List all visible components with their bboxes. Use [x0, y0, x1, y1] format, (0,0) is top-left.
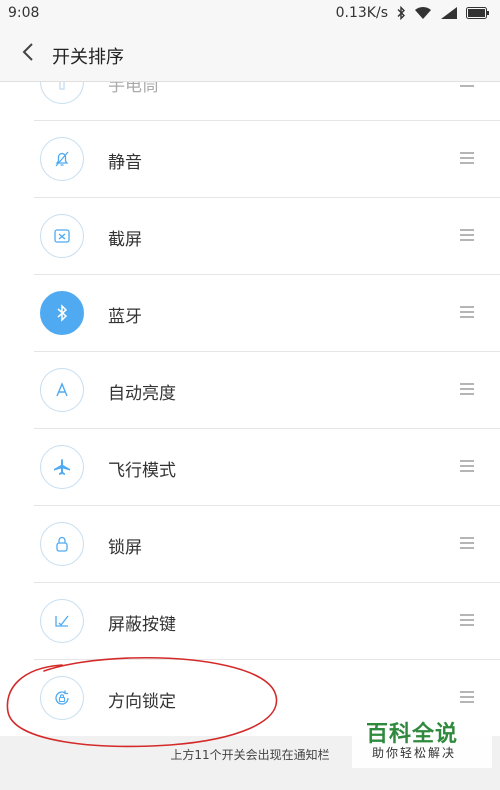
list-item[interactable]: 静音 — [0, 121, 500, 198]
list-item[interactable]: 飞行模式 — [0, 429, 500, 506]
drag-handle-icon[interactable] — [460, 82, 474, 87]
bluetooth-status-icon — [396, 6, 406, 20]
drag-handle-icon[interactable] — [460, 229, 474, 241]
drag-handle-icon[interactable] — [460, 306, 474, 318]
airplane-icon — [40, 445, 84, 489]
block-keys-icon — [40, 599, 84, 643]
list-item[interactable]: 截屏 — [0, 198, 500, 275]
status-time: 9:08 — [8, 5, 40, 21]
bell-mute-icon — [40, 137, 84, 181]
watermark-subtitle: 助你轻松解决 — [372, 746, 457, 760]
drag-handle-icon[interactable] — [460, 152, 474, 164]
rotation-lock-icon — [40, 676, 84, 720]
auto-brightness-icon — [40, 368, 84, 412]
item-label: 手电筒 — [108, 82, 159, 96]
item-label: 锁屏 — [108, 538, 142, 558]
item-label: 静音 — [108, 153, 142, 173]
flashlight-icon — [40, 82, 84, 104]
drag-handle-icon[interactable] — [460, 614, 474, 626]
drag-handle-icon[interactable] — [460, 460, 474, 472]
bluetooth-icon — [40, 291, 84, 335]
toggle-sort-list[interactable]: 手电筒 静音 截屏 蓝牙 自动亮度 飞行模式 锁屏 屏蔽按键 方向锁定 — [0, 82, 500, 736]
wifi-icon — [414, 6, 432, 20]
item-label: 蓝牙 — [108, 307, 142, 327]
page-title: 开关排序 — [52, 47, 124, 68]
item-label: 截屏 — [108, 230, 142, 250]
status-icons: 0.13K/s — [336, 5, 490, 21]
back-button[interactable] — [12, 38, 44, 70]
drag-handle-icon[interactable] — [460, 691, 474, 703]
item-label: 方向锁定 — [108, 692, 176, 712]
list-item[interactable]: 自动亮度 — [0, 352, 500, 429]
item-label: 飞行模式 — [108, 461, 176, 481]
status-bar: 9:08 0.13K/s — [0, 0, 500, 28]
network-speed: 0.13K/s — [335, 5, 388, 21]
item-label: 屏蔽按键 — [108, 615, 176, 635]
chevron-left-icon — [21, 42, 35, 66]
list-item[interactable]: 屏蔽按键 — [0, 583, 500, 660]
lock-icon — [40, 522, 84, 566]
drag-handle-icon[interactable] — [460, 383, 474, 395]
signal-icon — [440, 6, 458, 20]
title-bar: 开关排序 — [0, 28, 500, 82]
item-label: 自动亮度 — [108, 384, 176, 404]
list-item[interactable]: 锁屏 — [0, 506, 500, 583]
watermark-logo: 百科全说 助你轻松解决 — [352, 712, 492, 768]
list-item[interactable]: 手电筒 — [0, 82, 500, 121]
battery-icon — [466, 7, 490, 19]
list-item[interactable]: 蓝牙 — [0, 275, 500, 352]
drag-handle-icon[interactable] — [460, 537, 474, 549]
screenshot-icon — [40, 214, 84, 258]
